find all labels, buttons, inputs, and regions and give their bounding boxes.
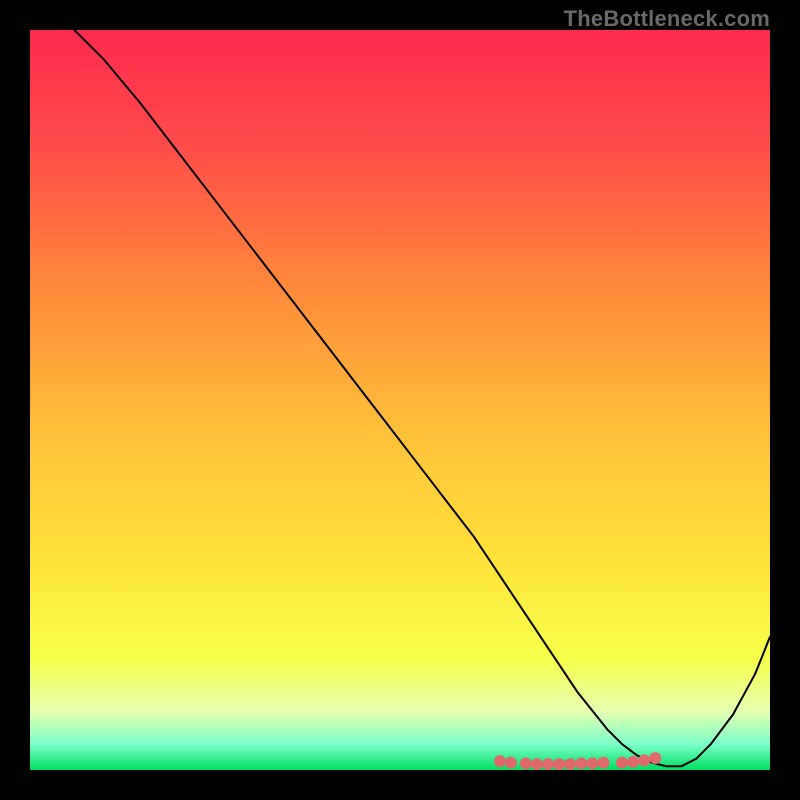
data-marker xyxy=(598,757,610,769)
data-marker xyxy=(564,758,576,770)
data-marker xyxy=(494,755,506,767)
data-marker xyxy=(616,757,628,769)
data-marker xyxy=(531,758,543,770)
data-marker xyxy=(649,752,661,764)
data-marker xyxy=(627,756,639,768)
data-marker xyxy=(505,757,517,769)
watermark-text: TheBottleneck.com xyxy=(564,6,770,32)
chart-frame: TheBottleneck.com xyxy=(0,0,800,800)
plot-area xyxy=(30,30,770,770)
data-marker xyxy=(542,758,554,770)
data-marker xyxy=(586,757,598,769)
chart-svg xyxy=(30,30,770,770)
gradient-background xyxy=(30,30,770,770)
data-marker xyxy=(575,757,587,769)
data-marker xyxy=(553,758,565,770)
data-marker xyxy=(520,757,532,769)
data-marker xyxy=(638,754,650,766)
